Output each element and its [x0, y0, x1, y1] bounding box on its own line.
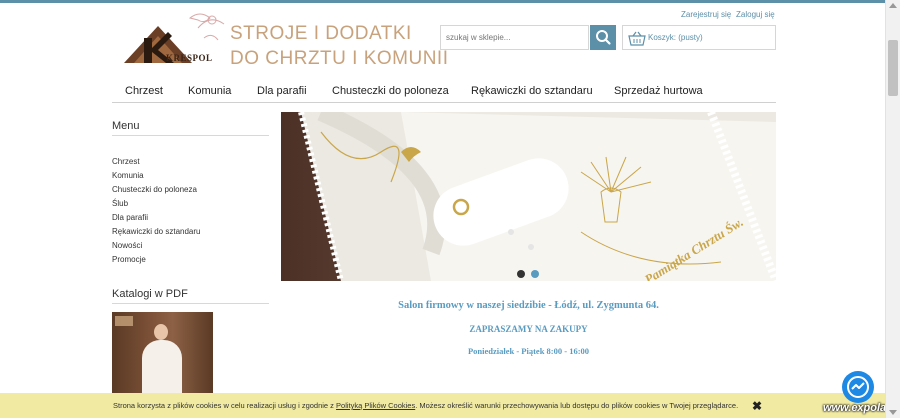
sidebar-item-dla-parafii[interactable]: Dla parafii: [112, 213, 148, 222]
cookie-text-after: . Możesz określić warunki przechowywania…: [415, 401, 739, 410]
scroll-down-arrow[interactable]: [889, 410, 897, 415]
search-input[interactable]: [440, 25, 589, 50]
cart-label: Koszyk: (pusty): [648, 33, 703, 42]
catalog-logo-mark: [115, 316, 133, 326]
sidebar-item-chusteczki[interactable]: Chusteczki do poloneza: [112, 185, 197, 194]
top-accent-line: [0, 0, 886, 3]
cart-box[interactable]: Koszyk: (pusty): [622, 25, 776, 50]
scroll-thumb[interactable]: [888, 40, 898, 96]
search-icon: [596, 30, 611, 45]
banner-image: Pamiątka Chrztu Św.: [281, 112, 776, 281]
scroll-up-arrow[interactable]: [889, 3, 897, 8]
cookie-text: Strona korzysta z plików cookies w celu …: [113, 401, 738, 410]
cookie-bar: Strona korzysta z plików cookies w celu …: [0, 393, 886, 418]
logo[interactable]: KRESPOL STROJE I DODATKI DO CHRZTU I KOM…: [120, 8, 448, 73]
slider-dot-2[interactable]: [531, 270, 539, 278]
login-link[interactable]: Zaloguj się: [736, 10, 775, 19]
sidebar-item-komunia[interactable]: Komunia: [112, 171, 144, 180]
nav-item-sprzedaz-hurtowa[interactable]: Sprzedaż hurtowa: [614, 85, 703, 97]
catalog-divider: [112, 303, 269, 304]
basket-icon: [628, 31, 646, 46]
cookie-policy-link[interactable]: Polityką Plików Cookies: [336, 401, 415, 410]
sidebar-item-chrzest[interactable]: Chrzest: [112, 157, 140, 166]
sidebar-item-rekawiczki[interactable]: Rękawiczki do sztandaru: [112, 227, 200, 236]
main-nav: Chrzest Komunia Dla parafii Chusteczki d…: [112, 82, 776, 103]
salon-address: Salon firmowy w naszej siedzibie - Łódź,…: [398, 300, 659, 311]
menu-heading: Menu: [112, 120, 140, 132]
logo-title-line2: DO CHRZTU I KOMUNII: [230, 48, 449, 69]
search-button[interactable]: [590, 25, 616, 50]
messenger-icon: [847, 376, 869, 398]
logo-title-line1: STROJE I DODATKI: [230, 23, 412, 44]
logo-graphic: [124, 13, 225, 63]
catalog-thumbnail[interactable]: [112, 312, 213, 394]
logo-brand: KRESPOL: [166, 53, 213, 63]
nav-item-chusteczki[interactable]: Chusteczki do poloneza: [332, 85, 449, 97]
register-link[interactable]: Zarejestruj się: [681, 10, 731, 19]
messenger-chat-button[interactable]: [842, 371, 874, 403]
scrollbar[interactable]: [885, 0, 900, 418]
nav-item-chrzest[interactable]: Chrzest: [125, 85, 163, 97]
banner-slider[interactable]: Pamiątka Chrztu Św.: [281, 112, 776, 281]
sidebar-item-slub[interactable]: Ślub: [112, 199, 128, 208]
slider-dot-1[interactable]: [517, 270, 525, 278]
menu-divider: [112, 135, 269, 136]
invite-text: ZAPRASZAMY NA ZAKUPY: [469, 324, 588, 334]
catalog-figure-dress: [142, 340, 182, 394]
sidebar-item-nowosci[interactable]: Nowości: [112, 241, 142, 250]
catalog-figure-head: [154, 324, 168, 340]
nav-item-rekawiczki[interactable]: Rękawiczki do sztandaru: [471, 85, 593, 97]
nav-item-komunia[interactable]: Komunia: [188, 85, 231, 97]
nav-item-dla-parafii[interactable]: Dla parafii: [257, 85, 307, 97]
cookie-close-button[interactable]: ✖: [752, 399, 762, 413]
catalog-heading: Katalogi w PDF: [112, 288, 188, 300]
logo-title: STROJE I DODATKI DO CHRZTU I KOMUNII: [230, 22, 449, 72]
cookie-text-before: Strona korzysta z plików cookies w celu …: [113, 401, 337, 410]
sidebar-item-promocje[interactable]: Promocje: [112, 255, 146, 264]
opening-hours: Poniedziałek - Piątek 8:00 - 16:00: [467, 346, 590, 356]
